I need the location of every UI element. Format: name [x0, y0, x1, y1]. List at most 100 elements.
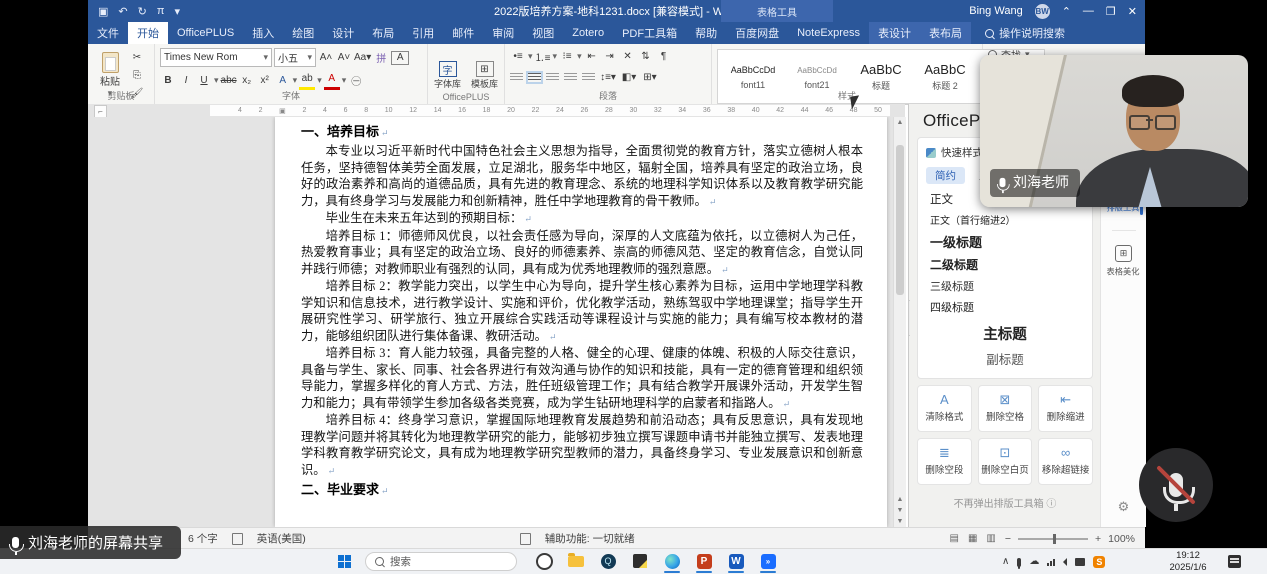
- sogou-input-icon[interactable]: S: [1093, 556, 1105, 568]
- zoom-level[interactable]: 100%: [1108, 533, 1135, 545]
- ribbon-tab[interactable]: 插入: [243, 22, 283, 44]
- contextual-tab[interactable]: 表设计: [869, 22, 920, 44]
- pane-collapse-handle[interactable]: ▸: [908, 300, 910, 336]
- ribbon-tab[interactable]: PDF工具箱: [613, 22, 686, 44]
- ribbon-tab[interactable]: 设计: [323, 22, 363, 44]
- scroll-up-icon[interactable]: ▲: [894, 117, 906, 128]
- pane-tool-button[interactable]: ≣ 删除空段: [917, 438, 972, 485]
- account-avatar[interactable]: BW: [1035, 4, 1050, 19]
- align-center-icon[interactable]: [528, 73, 541, 82]
- pane-footer[interactable]: 不再弹出排版工具箱 ⓘ: [909, 495, 1101, 510]
- font-color-icon[interactable]: A: [324, 71, 340, 90]
- bold-button[interactable]: B: [160, 73, 176, 89]
- qat-customize-icon[interactable]: ▾: [174, 5, 180, 18]
- pane-tool-button[interactable]: ∞ 移除超链接: [1038, 438, 1093, 485]
- highlight-color-icon[interactable]: ab: [299, 71, 315, 90]
- grow-font-icon[interactable]: A˄: [318, 50, 334, 66]
- word-count[interactable]: 6 个字: [188, 531, 218, 546]
- ribbon-tab[interactable]: 邮件: [443, 22, 483, 44]
- onedrive-cloud-icon[interactable]: ☁: [1029, 557, 1039, 567]
- sort-icon[interactable]: ⇅: [638, 48, 654, 64]
- pane-tab-simple[interactable]: 简约: [926, 167, 965, 184]
- enclose-characters-icon[interactable]: ㊀: [348, 73, 364, 89]
- pane-tool-button[interactable]: A 清除格式: [917, 385, 972, 432]
- minimize-button[interactable]: —: [1083, 5, 1094, 17]
- restore-button[interactable]: ❐: [1106, 5, 1116, 18]
- numbered-list-icon[interactable]: ⒈≡: [535, 48, 551, 64]
- previous-page-icon[interactable]: ▲: [894, 494, 906, 505]
- phonetic-guide-icon[interactable]: 拼: [373, 50, 389, 66]
- text-effects-icon[interactable]: A: [275, 73, 291, 89]
- document-scrollbar[interactable]: ▲ ▲ ▼ ▼: [893, 117, 906, 527]
- ribbon-tab[interactable]: Zotero: [563, 22, 613, 44]
- print-layout-icon[interactable]: ▦: [968, 533, 979, 544]
- asian-layout-icon[interactable]: ✕: [620, 48, 636, 64]
- redo-icon[interactable]: ↻: [138, 5, 147, 18]
- pane-style-item[interactable]: 二级标题: [926, 253, 1084, 275]
- zoom-slider-thumb[interactable]: [1053, 534, 1056, 544]
- taskbar-icon-copilot[interactable]: [534, 551, 554, 571]
- italic-button[interactable]: I: [178, 73, 194, 89]
- next-page-icon[interactable]: ▼: [894, 505, 906, 516]
- read-mode-icon[interactable]: ▤: [950, 533, 961, 544]
- pane-style-item[interactable]: 副标题: [926, 347, 1084, 371]
- macro-icon[interactable]: [520, 533, 531, 545]
- input-indicator-icon[interactable]: [1075, 558, 1085, 566]
- shading-icon[interactable]: ◧▾: [621, 69, 637, 85]
- web-layout-icon[interactable]: ▥: [986, 533, 997, 544]
- shrink-font-icon[interactable]: A˅: [336, 50, 352, 66]
- taskbar-icon-powerpoint[interactable]: P: [694, 551, 714, 571]
- zoom-out-icon[interactable]: −: [1005, 533, 1011, 545]
- ribbon-tab[interactable]: 帮助: [686, 22, 726, 44]
- pane-style-item[interactable]: 一级标题: [926, 229, 1084, 253]
- table-beautify-button[interactable]: ⊞ 表格美化: [1101, 245, 1146, 278]
- document-page[interactable]: 一、培养目标 本专业以习近平新时代中国特色社会主义思想为指导，全面贯彻党的教育方…: [275, 117, 887, 527]
- justify-icon[interactable]: [564, 73, 577, 82]
- taskbar-icon-globe-browser[interactable]: Q: [598, 551, 618, 571]
- proofing-icon[interactable]: [232, 533, 243, 545]
- cut-icon[interactable]: ✂: [129, 50, 145, 66]
- increase-indent-icon[interactable]: ⇥: [602, 48, 618, 64]
- taskbar-icon-word[interactable]: W: [726, 551, 746, 571]
- ribbon-tab[interactable]: 百度网盘: [726, 22, 788, 44]
- ribbon-tab[interactable]: 引用: [403, 22, 443, 44]
- settings-gear-icon[interactable]: ⚙: [1101, 499, 1146, 515]
- zoom-in-icon[interactable]: +: [1095, 533, 1101, 545]
- pane-style-item[interactable]: 正文（首行缩进2）: [926, 209, 1084, 229]
- action-center-icon[interactable]: [1228, 555, 1241, 568]
- borders-icon[interactable]: ⊞▾: [642, 69, 658, 85]
- network-icon[interactable]: [1047, 559, 1055, 566]
- ribbon-tab[interactable]: 审阅: [483, 22, 523, 44]
- underline-button[interactable]: U: [196, 73, 212, 89]
- show-marks-icon[interactable]: ¶: [656, 48, 672, 64]
- decrease-indent-icon[interactable]: ⇤: [584, 48, 600, 64]
- ribbon-tab[interactable]: NoteExpress: [788, 22, 869, 44]
- taskbar-search[interactable]: 搜索: [365, 552, 517, 571]
- horizontal-ruler[interactable]: ⌐ 42▣24681012141618202224262830323436384…: [88, 104, 905, 117]
- font-size-combo[interactable]: 小五▾: [274, 48, 316, 67]
- start-button[interactable]: [338, 555, 351, 568]
- align-right-icon[interactable]: [546, 73, 559, 82]
- presenter-webcam[interactable]: 刘海老师: [980, 55, 1248, 207]
- close-button[interactable]: ✕: [1128, 5, 1137, 18]
- superscript-button[interactable]: x²: [257, 73, 273, 89]
- undo-icon[interactable]: ↶: [118, 5, 127, 18]
- ribbon-tab[interactable]: 绘图: [283, 22, 323, 44]
- scrollbar-thumb[interactable]: [896, 145, 904, 295]
- ribbon-tab[interactable]: 文件: [88, 22, 128, 44]
- pane-tool-button[interactable]: ⇤ 删除缩进: [1038, 385, 1093, 432]
- ribbon-tab[interactable]: 视图: [523, 22, 563, 44]
- pane-style-item[interactable]: 三级标题: [926, 275, 1084, 296]
- distribute-icon[interactable]: [582, 73, 595, 82]
- equation-icon[interactable]: π: [157, 5, 165, 17]
- speaker-icon[interactable]: [1063, 558, 1067, 566]
- ribbon-tab[interactable]: OfficePLUS: [168, 22, 243, 44]
- character-border-icon[interactable]: A: [391, 51, 409, 65]
- font-name-combo[interactable]: Times New Rom▾: [160, 48, 272, 67]
- copy-icon[interactable]: ⎘: [129, 68, 145, 84]
- align-left-icon[interactable]: [510, 73, 523, 82]
- bullet-list-icon[interactable]: •≡: [510, 48, 526, 64]
- contextual-tab[interactable]: 表布局: [920, 22, 971, 44]
- pane-style-item[interactable]: 主标题: [926, 317, 1084, 347]
- tray-microphone-icon[interactable]: [1017, 558, 1021, 567]
